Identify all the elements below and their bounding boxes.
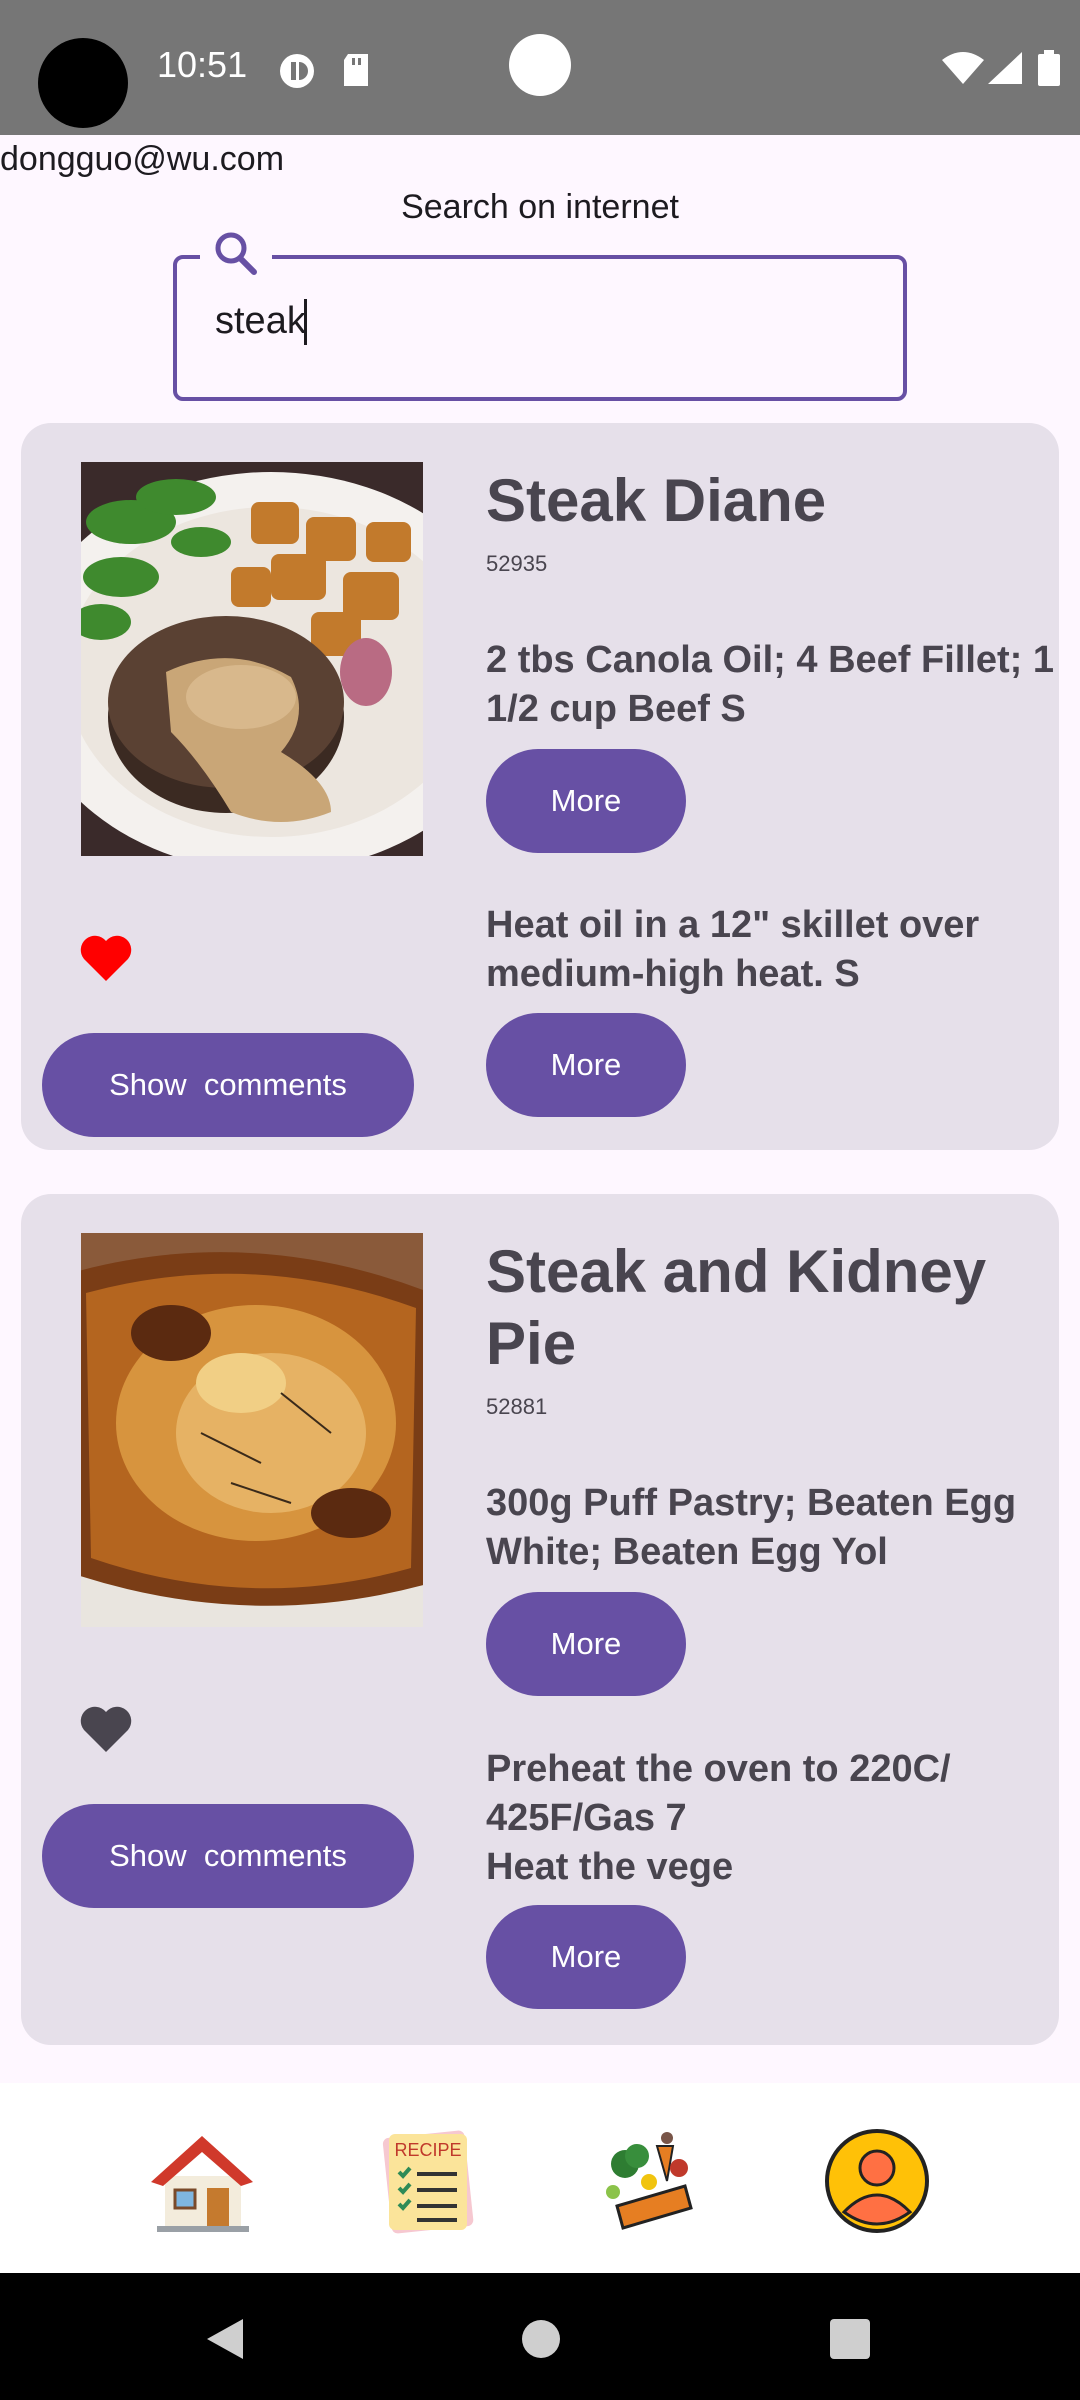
favorite-heart-icon[interactable] <box>78 1702 134 1754</box>
show-comments-button[interactable]: Show comments <box>42 1804 414 1908</box>
front-camera <box>509 34 571 96</box>
recipe-instructions: Preheat the oven to 220C/ 425F/Gas 7 Hea… <box>486 1748 951 1888</box>
ingredients-icon[interactable] <box>597 2126 707 2236</box>
search-icon <box>200 226 272 282</box>
text-caret <box>304 299 307 345</box>
recipe-ingredients: 300g Puff Pastry; Beaten Egg White; Beat… <box>486 1482 1017 1573</box>
recipe-instructions: Heat oil in a 12" skillet over medium-hi… <box>486 904 980 995</box>
recipe-photo-steak-diane[interactable] <box>81 462 423 856</box>
camera-cutout <box>38 38 128 128</box>
home-button-icon[interactable] <box>521 2319 561 2359</box>
favorite-heart-icon[interactable] <box>78 931 134 983</box>
home-icon[interactable] <box>147 2126 257 2236</box>
ingredients-more-button[interactable]: More <box>486 1592 686 1696</box>
recipe-title: Steak Diane <box>486 467 827 534</box>
status-bar: 10:51 <box>0 0 1080 135</box>
system-navigation-bar <box>0 2273 1080 2400</box>
signal-icon <box>988 52 1022 84</box>
recipe-id: 52881 <box>486 1394 548 1419</box>
recipe-id: 52935 <box>486 551 548 576</box>
recipe-photo-steak-kidney-pie[interactable] <box>81 1233 423 1627</box>
recipe-card: Steak and Kidney Pie 52881 300g Puff Pas… <box>21 1194 1059 2045</box>
sd-card-icon <box>344 54 368 86</box>
show-comments-button[interactable]: Show comments <box>42 1033 414 1137</box>
recipe-icon[interactable]: RECIPE <box>373 2126 483 2236</box>
wifi-icon <box>942 52 984 84</box>
search-label: Search on internet <box>401 188 679 226</box>
recipe-title: Steak and Kidney Pie <box>486 1238 987 1377</box>
instructions-more-button[interactable]: More <box>486 1013 686 1117</box>
back-icon[interactable] <box>205 2317 245 2361</box>
search-input-value[interactable]: steak <box>215 300 306 343</box>
user-email: dongguo@wu.com <box>0 140 285 178</box>
recents-icon[interactable] <box>830 2319 870 2359</box>
privacy-indicator-icon <box>280 54 314 88</box>
instructions-more-button[interactable]: More <box>486 1905 686 2009</box>
recipe-card: Steak Diane 52935 2 tbs Canola Oil; 4 Be… <box>21 423 1059 1150</box>
recipe-ingredients: 2 tbs Canola Oil; 4 Beef Fillet; 1 1/2 c… <box>486 639 1055 730</box>
recipe-icon-text: RECIPE <box>394 2140 461 2160</box>
status-time: 10:51 <box>157 44 248 85</box>
profile-icon[interactable] <box>822 2126 932 2236</box>
ingredients-more-button[interactable]: More <box>486 749 686 853</box>
battery-icon <box>1038 50 1060 86</box>
